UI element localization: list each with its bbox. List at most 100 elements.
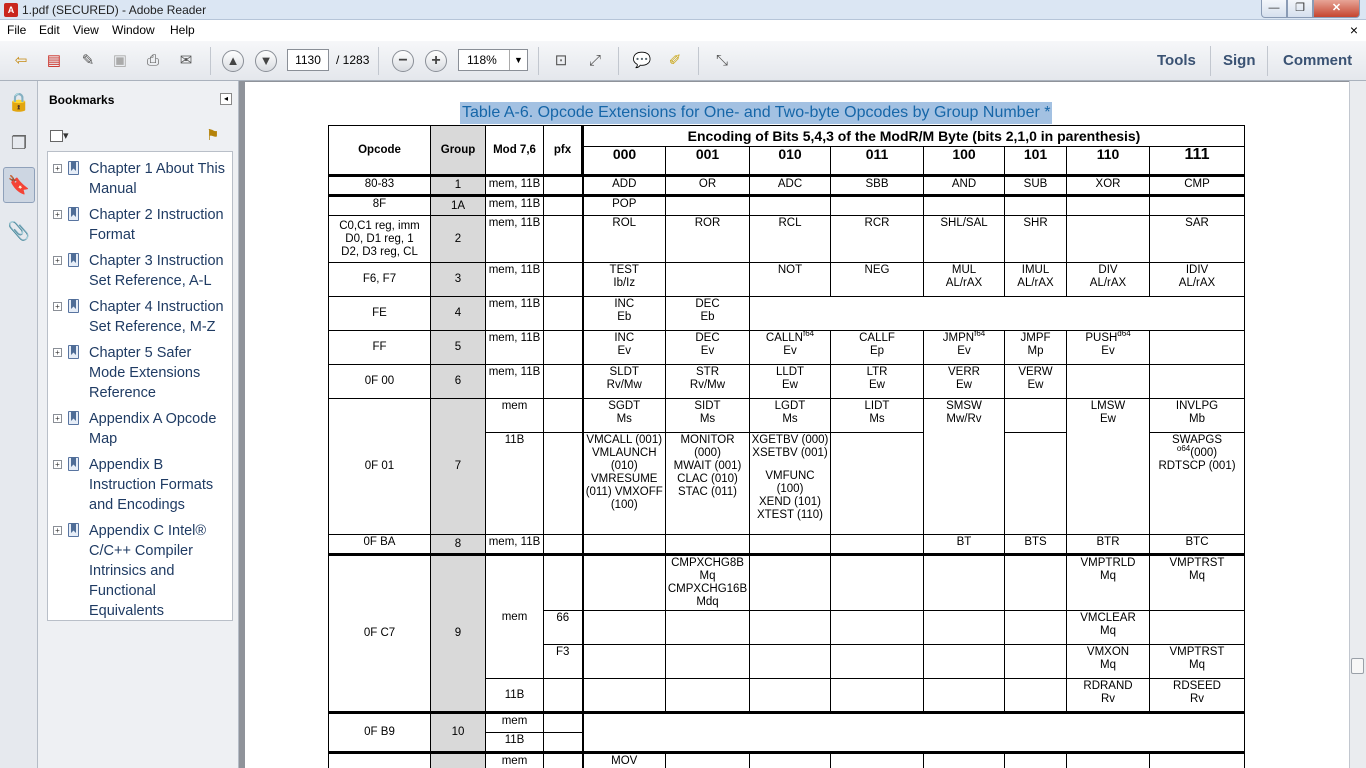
tools-pane-button[interactable]: Tools bbox=[1157, 52, 1196, 69]
comment-pane-button[interactable]: Comment bbox=[1283, 52, 1352, 69]
bookmark-item[interactable]: + Appendix C Intel® C/C++ Compiler Intrin… bbox=[48, 521, 232, 619]
expand-icon[interactable]: + bbox=[53, 256, 62, 265]
maximize-button[interactable]: ❐ bbox=[1287, 0, 1313, 18]
header-group: Group bbox=[430, 125, 486, 176]
cell-op: OR bbox=[665, 174, 750, 196]
cell-op: SBB bbox=[830, 174, 924, 196]
bookmark-item[interactable]: + Chapter 1 About This Manual bbox=[48, 159, 232, 199]
expand-icon[interactable]: + bbox=[53, 302, 62, 311]
expand-icon[interactable]: + bbox=[53, 526, 62, 535]
chevron-down-icon[interactable]: ▼ bbox=[509, 50, 527, 70]
menu-help[interactable]: Help bbox=[170, 23, 195, 37]
fit-page-icon[interactable]: ⊡ bbox=[549, 49, 573, 73]
op-line: Mq bbox=[1100, 625, 1116, 637]
bookmark-item[interactable]: + Chapter 2 Instruction Format bbox=[48, 205, 232, 245]
expand-icon[interactable]: + bbox=[53, 348, 62, 357]
bookmark-item[interactable]: + Chapter 3 Instruction Set Reference, A-… bbox=[48, 251, 232, 291]
bookmark-item[interactable]: + Chapter 4 Instruction Set Reference, M-… bbox=[48, 297, 232, 337]
fit-width-icon[interactable]: ⤢ bbox=[583, 49, 607, 73]
bookmark-item[interactable]: + Appendix B Instruction Formats and Enco… bbox=[48, 455, 232, 515]
fullscreen-icon[interactable]: ⤡ bbox=[710, 49, 734, 73]
chevron-down-icon: ▾ bbox=[63, 130, 69, 142]
op-line: Rv/Mw bbox=[689, 379, 726, 391]
create-pdf-icon[interactable]: ▤ bbox=[42, 49, 66, 73]
op-line: VMCALL (001) bbox=[586, 434, 663, 446]
op-mnemonic: CALLN bbox=[765, 332, 803, 344]
cell-opcode: 80-83 bbox=[328, 174, 431, 196]
menu-edit[interactable]: Edit bbox=[39, 23, 60, 37]
cell-op: INC Eb bbox=[581, 296, 666, 331]
op-line: DIV bbox=[1098, 264, 1118, 276]
cell-pfx bbox=[543, 296, 583, 331]
table-row: 0F 00 6 mem, 11B SLDT Rv/Mw STR Rv/Mw LLDT… bbox=[328, 364, 1245, 399]
op-line: VMPTRST bbox=[1169, 557, 1225, 570]
cell-op bbox=[1004, 194, 1067, 216]
bookmark-item[interactable]: + Chapter 5 Safer Mode Extensions Referen… bbox=[48, 343, 232, 403]
save-icon[interactable]: ▣ bbox=[108, 49, 132, 73]
op-line: JMPF bbox=[1020, 332, 1051, 344]
bookmark-label: Chapter 1 About This Manual bbox=[89, 161, 225, 197]
op-line: Eb bbox=[617, 311, 632, 323]
expand-icon[interactable]: + bbox=[53, 210, 62, 219]
cell-op bbox=[830, 534, 924, 555]
comment-icon[interactable]: 💬 bbox=[630, 49, 654, 73]
highlight-icon[interactable]: ✐ bbox=[663, 49, 687, 73]
zoom-value: 118% bbox=[467, 53, 497, 67]
zoom-out-icon[interactable]: − bbox=[392, 50, 414, 72]
op-line: INC bbox=[614, 332, 635, 344]
bookmark-icon[interactable]: 🔖 bbox=[3, 167, 35, 203]
op-line: Rv/Mw bbox=[606, 379, 642, 391]
table-row: 0F BA 8 mem, 11B BT BTS BTR BTC bbox=[328, 534, 1245, 555]
op-line: XEND (101) bbox=[759, 496, 821, 508]
menu-view[interactable]: View bbox=[73, 23, 99, 37]
op-superscript: f64 bbox=[974, 330, 986, 339]
scrollbar-thumb[interactable] bbox=[1351, 658, 1364, 674]
print-icon[interactable]: ⎙ bbox=[141, 49, 165, 73]
bookmark-item[interactable]: + Appendix A Opcode Map bbox=[48, 409, 232, 449]
menu-file[interactable]: File bbox=[7, 23, 26, 37]
bookmark-icon bbox=[68, 207, 79, 221]
cell-op bbox=[1066, 194, 1150, 216]
op-line: Mq bbox=[1189, 659, 1205, 671]
op-line: LLDT bbox=[775, 366, 805, 378]
toolbar-separator bbox=[1267, 46, 1268, 76]
op-line: Ms bbox=[782, 413, 798, 425]
cell-op bbox=[749, 751, 831, 768]
collapse-panel-icon[interactable]: ◂ bbox=[220, 93, 232, 105]
table-title[interactable]: Table A-6. Opcode Extensions for One- an… bbox=[460, 102, 1053, 124]
close-document-icon[interactable]: × bbox=[1350, 22, 1358, 38]
expand-icon[interactable]: + bbox=[53, 164, 62, 173]
minimize-button[interactable]: — bbox=[1261, 0, 1287, 18]
cell-op: CMPXCHG8B Mq CMPXCHG16B Mdq bbox=[665, 553, 750, 611]
op-line: STAC (011) bbox=[677, 486, 737, 498]
op-line: Mb bbox=[1189, 413, 1205, 425]
page-up-icon[interactable]: ▲ bbox=[222, 50, 244, 72]
edit-icon[interactable]: ✎ bbox=[76, 49, 100, 73]
menu-window[interactable]: Window bbox=[112, 23, 155, 37]
cell-group: 4 bbox=[430, 296, 486, 331]
op-line: MUL bbox=[951, 264, 977, 276]
page-number-input[interactable]: 1130 bbox=[287, 49, 329, 71]
zoom-select[interactable]: 118% ▼ bbox=[458, 49, 528, 71]
op-line: JMPNf64 bbox=[925, 332, 1003, 345]
cell-op bbox=[581, 553, 666, 611]
expand-icon[interactable]: + bbox=[53, 414, 62, 423]
cell-group: 10 bbox=[430, 711, 486, 753]
attachment-icon[interactable]: 📎 bbox=[7, 219, 31, 243]
cell-opcode: 0F 01 bbox=[328, 398, 431, 535]
expand-icon[interactable]: + bbox=[53, 460, 62, 469]
email-icon[interactable]: ✉ bbox=[174, 49, 198, 73]
pdf-icon: A bbox=[4, 3, 18, 17]
bookmark-options-button[interactable]: ▾ bbox=[50, 129, 76, 145]
lock-icon[interactable]: 🔒 bbox=[7, 90, 31, 114]
pages-icon[interactable]: ❐ bbox=[7, 131, 31, 155]
zoom-in-icon[interactable]: + bbox=[425, 50, 447, 72]
close-button[interactable]: ✕ bbox=[1313, 0, 1360, 18]
open-icon[interactable]: ⇦ bbox=[9, 49, 33, 73]
sign-pane-button[interactable]: Sign bbox=[1223, 52, 1256, 69]
find-bookmark-icon[interactable]: ⚑ bbox=[206, 126, 219, 144]
cell-op bbox=[830, 678, 924, 713]
page-down-icon[interactable]: ▼ bbox=[255, 50, 277, 72]
cell-op: IDIV AL/rAX bbox=[1149, 262, 1245, 297]
cell-mod: mem bbox=[485, 553, 544, 679]
